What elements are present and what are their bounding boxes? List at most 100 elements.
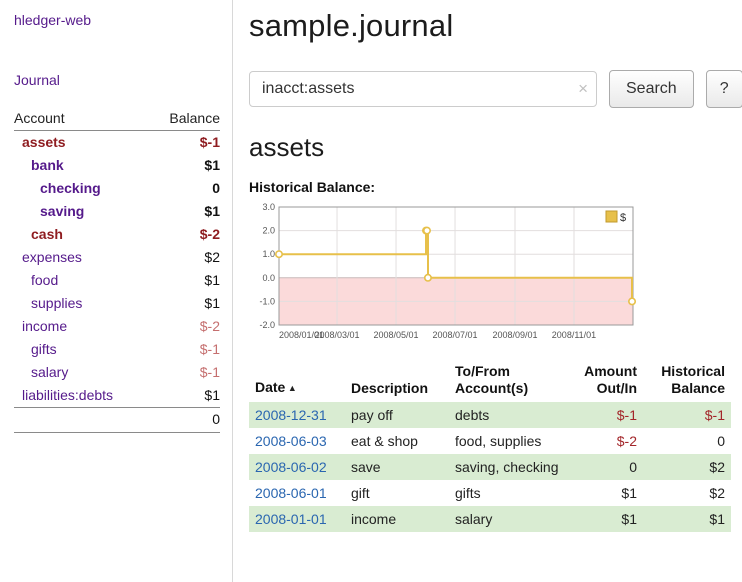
account-row: supplies $1 — [14, 292, 220, 315]
svg-text:-2.0: -2.0 — [259, 320, 275, 330]
historical-balance-chart: 3.02.01.00.0-1.0-2.02008/01/012008/03/01… — [249, 201, 742, 350]
accounts-total: 0 — [150, 408, 220, 433]
accounts-table: Account Balance assets $-1 bank $1 checking 0… — [14, 108, 220, 433]
account-balance: $1 — [150, 292, 220, 315]
account-row: salary $-1 — [14, 361, 220, 384]
register-balance: 0 — [643, 428, 731, 454]
sidebar-account-link[interactable]: income — [14, 317, 67, 336]
svg-text:-1.0: -1.0 — [259, 296, 275, 306]
transaction-date-link[interactable]: 2008-06-03 — [255, 433, 327, 449]
sidebar-account-link[interactable]: assets — [14, 133, 66, 152]
register-header-amount: AmountOut/In — [567, 360, 643, 402]
search-input[interactable] — [249, 71, 597, 107]
register-header-historical: HistoricalBalance — [643, 360, 731, 402]
account-row: cash $-2 — [14, 223, 220, 246]
account-row: assets $-1 — [14, 131, 220, 155]
account-balance: 0 — [150, 177, 220, 200]
svg-text:2008/05/01: 2008/05/01 — [374, 330, 419, 340]
register-row: 2008-06-03 eat & shopfood, supplies$-20 — [249, 428, 731, 454]
svg-text:0.0: 0.0 — [262, 273, 275, 283]
sidebar-account-link[interactable]: gifts — [14, 340, 57, 359]
register-accounts: debts — [449, 402, 567, 428]
accounts-header-account: Account — [14, 108, 150, 131]
sidebar-account-link[interactable]: checking — [14, 179, 101, 198]
account-row: bank $1 — [14, 154, 220, 177]
sidebar-account-link[interactable]: saving — [14, 202, 84, 221]
sort-ascending-icon: ▲ — [285, 383, 296, 393]
register-row: 2008-06-01 giftgifts$1$2 — [249, 480, 731, 506]
main-content: sample.journal × Search ? assets Histori… — [233, 0, 742, 582]
legend-label: $ — [620, 212, 626, 224]
register-amount: $-2 — [567, 428, 643, 454]
transaction-date-link[interactable]: 2008-06-02 — [255, 459, 327, 475]
account-row: income $-2 — [14, 315, 220, 338]
register-balance: $-1 — [643, 402, 731, 428]
account-balance: $-1 — [150, 361, 220, 384]
sidebar-account-link[interactable]: salary — [14, 363, 68, 382]
sidebar-account-link[interactable]: supplies — [14, 294, 82, 313]
legend-swatch — [606, 211, 617, 222]
account-row: food$1 — [14, 269, 220, 292]
accounts-header-balance: Balance — [150, 108, 220, 131]
account-balance: $1 — [150, 154, 220, 177]
svg-text:2008/07/01: 2008/07/01 — [433, 330, 478, 340]
svg-text:1.0: 1.0 — [262, 249, 275, 259]
register-header-date[interactable]: Date ▲ — [249, 360, 345, 402]
register-description: eat & shop — [345, 428, 449, 454]
account-row: checking 0 — [14, 177, 220, 200]
register-accounts: saving, checking — [449, 454, 567, 480]
app-window: hledger-web Journal Account Balance asse… — [0, 0, 742, 582]
account-balance: $-1 — [150, 338, 220, 361]
register-row: 2008-12-31pay offdebts$-1$-1 — [249, 402, 731, 428]
page-title: sample.journal — [249, 8, 742, 44]
register-row: 2008-06-02 savesaving, checking0$2 — [249, 454, 731, 480]
svg-text:3.0: 3.0 — [262, 202, 275, 212]
register-accounts: gifts — [449, 480, 567, 506]
sidebar-account-link[interactable]: cash — [14, 225, 63, 244]
chart-svg: 3.02.01.00.0-1.0-2.02008/01/012008/03/01… — [249, 201, 641, 347]
account-balance: $2 — [150, 246, 220, 269]
chart-title: Historical Balance: — [249, 179, 742, 195]
register-balance: $2 — [643, 454, 731, 480]
svg-text:2008/11/01: 2008/11/01 — [552, 330, 596, 340]
account-row: gifts $-1 — [14, 338, 220, 361]
svg-text:2.0: 2.0 — [262, 226, 275, 236]
register-accounts: food, supplies — [449, 428, 567, 454]
account-balance: $-2 — [150, 223, 220, 246]
sidebar: hledger-web Journal Account Balance asse… — [0, 0, 233, 582]
account-heading: assets — [249, 132, 742, 163]
register-header-tofrom: To/FromAccount(s) — [449, 360, 567, 402]
sidebar-account-link[interactable]: expenses — [14, 248, 82, 267]
register-description: save — [345, 454, 449, 480]
register-balance: $2 — [643, 480, 731, 506]
help-button[interactable]: ? — [706, 70, 742, 108]
register-amount: 0 — [567, 454, 643, 480]
journal-link[interactable]: Journal — [14, 72, 60, 88]
search-button[interactable]: Search — [609, 70, 694, 108]
account-row: expenses $2 — [14, 246, 220, 269]
register-amount: $1 — [567, 506, 643, 532]
sidebar-account-link[interactable]: food — [14, 271, 58, 290]
register-row: 2008-01-01incomesalary$1$1 — [249, 506, 731, 532]
register-amount: $-1 — [567, 402, 643, 428]
svg-text:2008/09/01: 2008/09/01 — [492, 330, 537, 340]
app-title-link[interactable]: hledger-web — [14, 12, 91, 28]
register-header-description: Description — [345, 360, 449, 402]
account-balance: $1 — [150, 384, 220, 408]
register-amount: $1 — [567, 480, 643, 506]
transaction-date-link[interactable]: 2008-06-01 — [255, 485, 327, 501]
transaction-date-link[interactable]: 2008-12-31 — [255, 407, 327, 423]
register-description: pay off — [345, 402, 449, 428]
account-row: liabilities:debts $1 — [14, 384, 220, 408]
clear-search-icon[interactable]: × — [578, 80, 588, 97]
svg-text:2008/03/01: 2008/03/01 — [315, 330, 360, 340]
account-balance: $-1 — [150, 131, 220, 155]
register-description: gift — [345, 480, 449, 506]
sidebar-account-link[interactable]: liabilities:debts — [14, 386, 113, 405]
search-bar: × Search ? — [249, 70, 742, 108]
accounts-total-row: 0 — [14, 408, 220, 433]
register-balance: $1 — [643, 506, 731, 532]
sidebar-account-link[interactable]: bank — [14, 156, 64, 175]
account-balance: $-2 — [150, 315, 220, 338]
transaction-date-link[interactable]: 2008-01-01 — [255, 511, 327, 527]
